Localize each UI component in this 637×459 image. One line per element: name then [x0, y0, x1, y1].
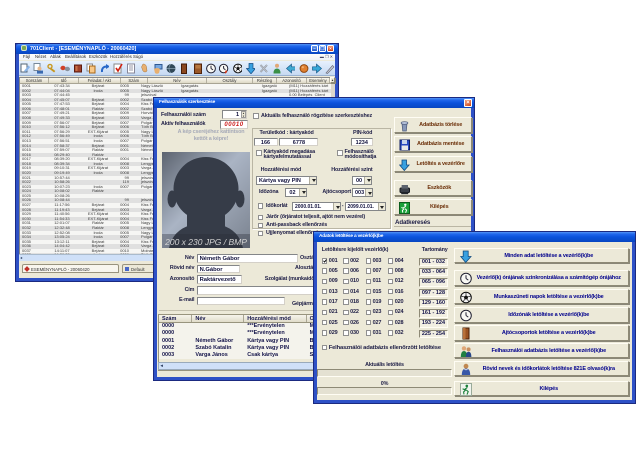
svg-text:200 x 230 JPG / BMP: 200 x 230 JPG / BMP — [164, 237, 247, 247]
